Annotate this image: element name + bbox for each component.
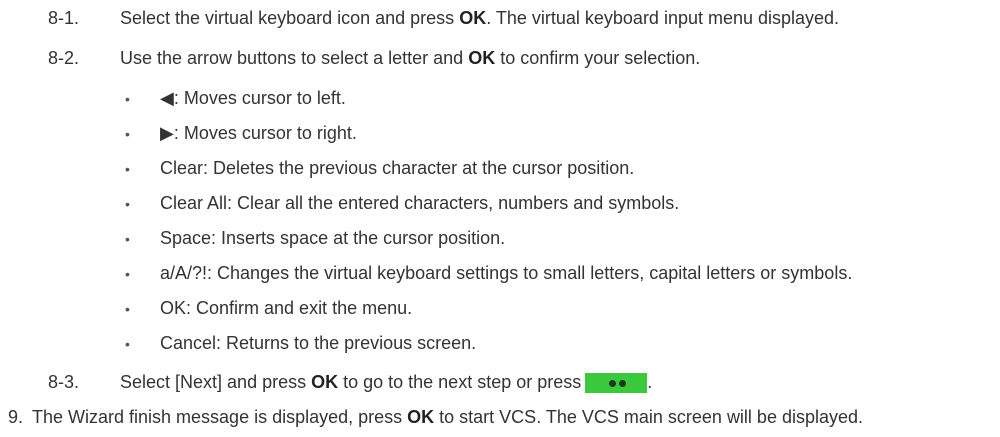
step-text-part: .: [647, 372, 653, 392]
bullet-marker: •: [125, 91, 130, 107]
bullet-marker: •: [125, 161, 130, 177]
bullet-text: Space: Inserts space at the cursor posit…: [160, 228, 506, 248]
ok-bold-label: OK: [311, 372, 339, 392]
bullet-text: Cancel: Returns to the previous screen.: [160, 333, 477, 353]
bullet-marker: •: [125, 231, 130, 247]
step-text-part: to confirm your selection.: [495, 48, 701, 68]
step-text-part: The Wizard finish message is displayed, …: [32, 407, 408, 427]
bullet-text: : Moves cursor to left.: [173, 88, 346, 108]
ok-bold-label: OK: [468, 48, 496, 68]
bullet-marker: •: [125, 336, 130, 352]
green-dot-dot-button-icon: [585, 373, 648, 394]
step-text: Select the virtual keyboard icon and pre…: [120, 6, 839, 30]
bullet-marker: •: [125, 126, 130, 142]
step-text-part: Use the arrow buttons to select a letter…: [120, 48, 469, 68]
step-number: 8-1.: [48, 8, 80, 28]
step-text-part: to start VCS. The VCS main screen will b…: [434, 407, 864, 427]
ok-bold-label: OK: [459, 8, 487, 28]
step-text-part: to go to the next step or press: [338, 372, 582, 392]
step-number: 8-3.: [48, 372, 80, 392]
bullet-text: OK: Confirm and exit the menu.: [160, 298, 413, 318]
step-text-part: Select the virtual keyboard icon and pre…: [120, 8, 460, 28]
bullet-text: : Moves cursor to right.: [173, 123, 357, 143]
left-arrow-icon: ◀: [160, 88, 174, 108]
step-text-part: Select [Next] and press: [120, 372, 312, 392]
bullet-marker: •: [125, 266, 130, 282]
bullet-text: a/A/?!: Changes the virtual keyboard set…: [160, 263, 853, 283]
bullet-text: Clear All: Clear all the entered charact…: [160, 193, 680, 213]
bullet-text: Clear: Deletes the previous character at…: [160, 158, 635, 178]
step-text: Select [Next] and press OK to go to the …: [120, 370, 652, 394]
step-number: 9.: [8, 407, 24, 427]
ok-bold-label: OK: [407, 407, 435, 427]
step-text: The Wizard finish message is displayed, …: [32, 405, 863, 429]
step-number: 8-2.: [48, 48, 80, 68]
step-text-part: . The virtual keyboard input menu displa…: [486, 8, 840, 28]
step-text: Use the arrow buttons to select a letter…: [120, 46, 700, 70]
right-arrow-icon: ▶: [160, 123, 174, 143]
bullet-marker: •: [125, 196, 130, 212]
bullet-marker: •: [125, 301, 130, 317]
